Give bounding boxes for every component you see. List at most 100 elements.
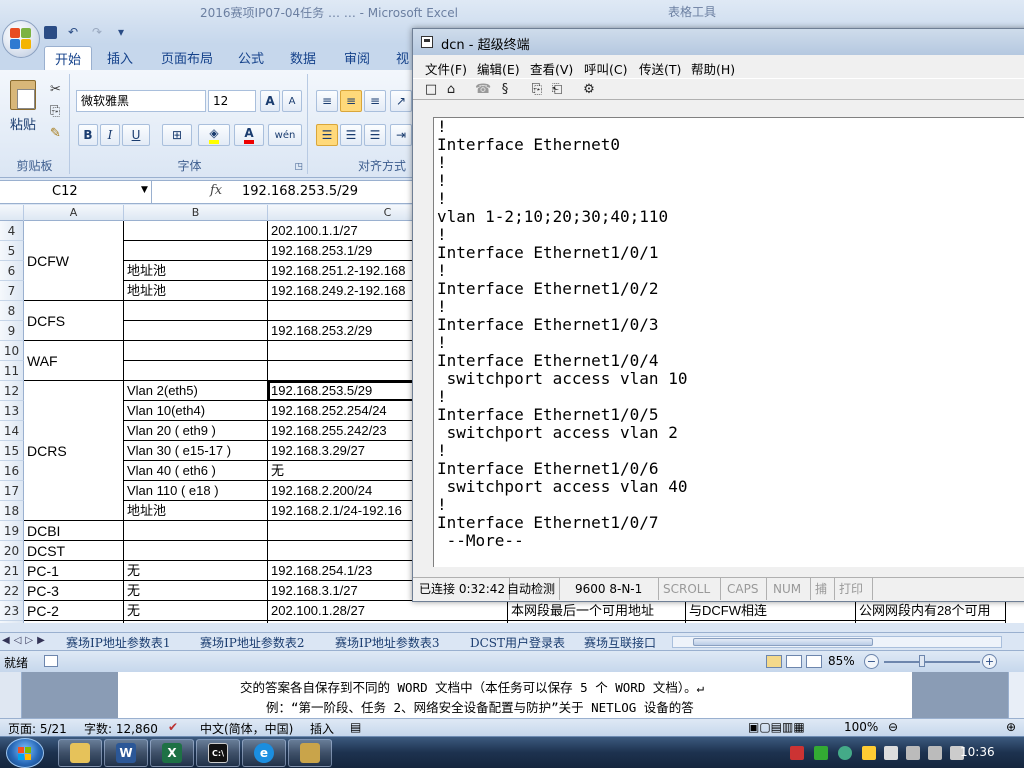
cell-a-group[interactable]: DCFS	[24, 301, 124, 341]
row-header[interactable]: 15	[0, 441, 24, 461]
taskbar-cmd[interactable]: C:\	[196, 739, 240, 767]
name-box-dropdown-icon[interactable]: ▼	[141, 185, 148, 195]
row-header[interactable]: 7	[0, 281, 24, 301]
row-header[interactable]: 5	[0, 241, 24, 261]
menu-call[interactable]: 呼叫(C)	[584, 59, 627, 78]
page-break-view-icon[interactable]	[806, 655, 822, 668]
row-header[interactable]: 6	[0, 261, 24, 281]
cell-b[interactable]: 地址池	[124, 501, 268, 521]
top-align-button[interactable]: ≡	[316, 90, 338, 112]
cell-a-group[interactable]: DCBI	[24, 521, 124, 541]
tray-device-icon[interactable]	[906, 746, 920, 760]
tab-insert[interactable]: 插入	[107, 48, 133, 67]
name-box[interactable]: C12	[0, 181, 152, 203]
cell-c[interactable]: 202.100.1.28/27	[268, 601, 508, 621]
select-all-corner[interactable]	[0, 205, 24, 221]
word-zoom-in-icon[interactable]: ⊕	[1006, 720, 1016, 734]
proofing-icon[interactable]: ✔	[168, 720, 178, 734]
tab-page-layout[interactable]: 页面布局	[161, 48, 213, 67]
cell-b[interactable]: 无	[124, 581, 268, 601]
word-vertical-scrollbar[interactable]	[1008, 672, 1024, 718]
cell-b[interactable]	[124, 241, 268, 261]
cell-a-group[interactable]: DCFW	[24, 221, 124, 301]
zoom-in-icon[interactable]: +	[982, 654, 997, 669]
clock[interactable]: 10:36	[960, 745, 995, 759]
cell-b[interactable]: Vlan 20 ( eth9 )	[124, 421, 268, 441]
cell-b[interactable]	[124, 361, 268, 381]
cell-a-group[interactable]: 服务器场景-1	[24, 621, 124, 623]
cell-b[interactable]: 无	[124, 561, 268, 581]
copy-icon[interactable]: ⎘	[50, 104, 60, 119]
table-tools-context-tab[interactable]: 表格工具	[668, 3, 716, 20]
page-layout-view-icon[interactable]	[786, 655, 802, 668]
align-center-button[interactable]: ☰	[340, 124, 362, 146]
zoom-out-icon[interactable]: −	[864, 654, 879, 669]
properties-icon[interactable]: ⚙	[581, 82, 597, 98]
horizontal-scroll-thumb[interactable]	[693, 638, 873, 646]
tab-data[interactable]: 数据	[290, 48, 316, 67]
indent-button[interactable]: ⇥	[390, 124, 412, 146]
row-header[interactable]: 8	[0, 301, 24, 321]
taskbar-ie[interactable]: e	[242, 739, 286, 767]
fill-color-button[interactable]: ◈	[198, 124, 230, 146]
tray-app-icon[interactable]	[790, 746, 804, 760]
normal-view-icon[interactable]	[766, 655, 782, 668]
row-header[interactable]: 19	[0, 521, 24, 541]
row-header[interactable]: 23	[0, 601, 24, 621]
sheet-tab-5[interactable]: 赛场互联接口	[584, 634, 656, 650]
cell-f[interactable]: 公网网段内有28个可用	[856, 601, 1006, 621]
save-icon[interactable]	[44, 25, 57, 39]
cell-e[interactable]: 与DCFW相连	[686, 601, 856, 621]
cut-icon[interactable]: ✂	[50, 82, 61, 97]
underline-button[interactable]: U	[122, 124, 150, 146]
row-header[interactable]: 10	[0, 341, 24, 361]
zoom-slider-knob[interactable]	[918, 655, 925, 667]
disconnect-icon[interactable]: §	[497, 82, 513, 98]
row-header[interactable]: 22	[0, 581, 24, 601]
cell-a-group[interactable]: PC-2	[24, 601, 124, 621]
cell-b[interactable]: Vlan 2(eth5)	[124, 381, 268, 401]
excel-zoom-level[interactable]: 85%	[828, 654, 855, 668]
menu-view[interactable]: 查看(V)	[530, 59, 573, 78]
bold-button[interactable]: B	[78, 124, 98, 146]
call-icon[interactable]: ☎	[475, 82, 491, 98]
terminal-screen[interactable]: ! Interface Ethernet0 ! ! ! vlan 1-2;10;…	[433, 117, 1024, 567]
cell-b[interactable]	[124, 521, 268, 541]
cell-b[interactable]: 无	[124, 601, 268, 621]
send-icon[interactable]: ⎘	[529, 82, 545, 98]
sheet-tab-3[interactable]: 赛场IP地址参数表3	[335, 634, 439, 650]
align-right-button[interactable]: ☰	[364, 124, 386, 146]
cell-b[interactable]: 地址池	[124, 261, 268, 281]
shrink-font-button[interactable]: A	[282, 90, 302, 112]
font-dialog-launcher-icon[interactable]: ◳	[294, 162, 303, 172]
cell-e[interactable]	[686, 621, 856, 623]
cell-b[interactable]	[124, 541, 268, 561]
cell-d[interactable]: 以系统安全攻防加固赛题部分	[508, 621, 686, 623]
word-zoom-out-icon[interactable]: ⊖	[888, 720, 898, 734]
sheet-tab-2[interactable]: 赛场IP地址参数表2	[200, 634, 304, 650]
cell-b[interactable]: 地址池	[124, 281, 268, 301]
horizontal-scrollbar[interactable]	[672, 636, 1002, 648]
cell-c[interactable]: 192.168.252.100/24	[268, 621, 508, 623]
row-header[interactable]: 4	[0, 221, 24, 241]
terminal-titlebar[interactable]: dcn - 超级终端	[413, 29, 1024, 55]
row-header[interactable]: 13	[0, 401, 24, 421]
tray-security-icon[interactable]	[838, 746, 852, 760]
paste-button[interactable]: 粘贴	[6, 80, 40, 142]
cell-b[interactable]: Vlan 30 ( e15-17 )	[124, 441, 268, 461]
open-icon[interactable]: ⌂	[443, 82, 459, 98]
word-zoom-level[interactable]: 100%	[844, 720, 878, 734]
cell-b[interactable]	[124, 341, 268, 361]
tray-ime-icon[interactable]	[862, 746, 876, 760]
zoom-slider[interactable]	[884, 661, 980, 663]
undo-icon[interactable]: ↶	[65, 24, 81, 40]
cell-b[interactable]	[124, 321, 268, 341]
sheet-nav-arrows-icon[interactable]: ◀◁▷▶	[2, 635, 49, 646]
cell-b[interactable]: Vlan 40 ( eth6 )	[124, 461, 268, 481]
start-button[interactable]	[6, 738, 44, 768]
column-header-a[interactable]: A	[24, 205, 124, 221]
cell-b[interactable]	[124, 221, 268, 241]
cell-a-group[interactable]: PC-3	[24, 581, 124, 601]
cell-a-group[interactable]: DCST	[24, 541, 124, 561]
align-left-button[interactable]: ☰	[316, 124, 338, 146]
